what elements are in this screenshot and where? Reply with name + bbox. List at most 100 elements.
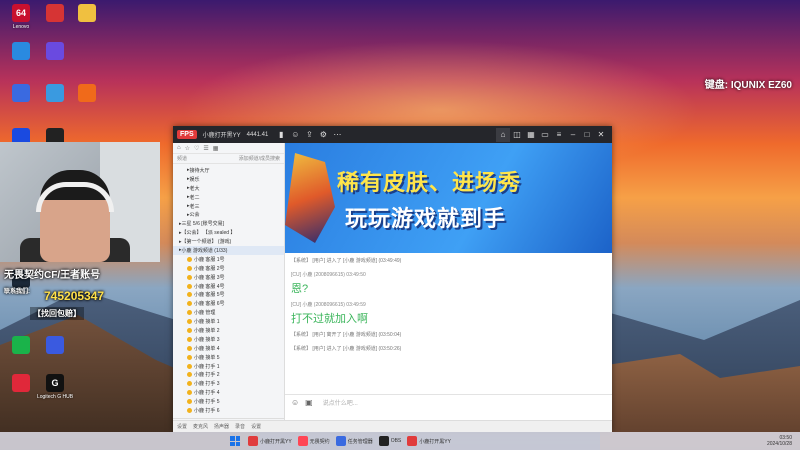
settings-icon[interactable]: ⚙ xyxy=(316,128,330,142)
user-avatar-icon xyxy=(187,354,192,360)
taskbar-app-label: 无畏契约 xyxy=(309,438,330,445)
channel-list-item[interactable]: 小鹿 打手 1 xyxy=(173,362,284,371)
channel-id: 4441.41 xyxy=(246,131,269,138)
user-avatar-icon xyxy=(187,345,192,351)
chat-message-text: 打不过就加入啊 xyxy=(291,313,368,325)
channel-list-item[interactable]: ▸ 三星 5/6 [账号交易] xyxy=(173,219,284,228)
star-icon[interactable]: ☆ xyxy=(185,145,190,152)
statusbar-item[interactable]: 录音 xyxy=(235,423,245,430)
channel-list-item[interactable]: 小鹿 接单 5 xyxy=(173,353,284,362)
channel-list-item[interactable]: ▸ 小鹿 游戏频道 (1/33) xyxy=(173,246,284,255)
desktop-icon[interactable] xyxy=(38,42,72,62)
channel-list-label: 小鹿 打手 4 xyxy=(194,390,220,397)
user-avatar-icon xyxy=(187,399,192,405)
channel-list-item[interactable]: 小鹿 打手 3 xyxy=(173,379,284,388)
chat-message: [CU] 小鹿 (2008096615) 03:49:50 恩? xyxy=(291,271,606,296)
promo-banner[interactable]: 稀有皮肤、进场秀 玩玩游戏就到手 xyxy=(285,143,612,253)
channel-list-item[interactable]: ▸ 老三 xyxy=(173,202,284,211)
desktop-icon[interactable] xyxy=(4,42,38,62)
channel-list-item[interactable]: 小鹿 客服 3号 xyxy=(173,273,284,282)
channel-list-label: 小鹿 打手 5 xyxy=(194,399,220,406)
yy-voice-app-window[interactable]: FPS 小鹿打开黑YY 4441.41 ▮ ☺ ⇪ ⚙ ⋯ ⌂ ◫ ▦ ▭ ≡ … xyxy=(173,126,612,432)
taskbar-app[interactable]: 无畏契约 xyxy=(297,436,330,446)
taskbar-app[interactable]: 任务管理器 xyxy=(335,436,373,446)
desktop-icon[interactable] xyxy=(4,84,38,104)
channel-list-item[interactable]: 小鹿 接单 2 xyxy=(173,326,284,335)
desktop-icon[interactable] xyxy=(38,336,72,356)
user-avatar-icon xyxy=(187,265,192,271)
channel-list-item[interactable]: 小鹿 管理 xyxy=(173,308,284,317)
desktop-icon[interactable] xyxy=(38,4,72,24)
channel-list-item[interactable]: ▸ 公会 xyxy=(173,210,284,219)
channel-list-item[interactable]: 小鹿 打手 4 xyxy=(173,388,284,397)
webcam-feed xyxy=(0,142,160,262)
signal-icon[interactable]: ▮ xyxy=(274,128,288,142)
sidebar-header: ⌂ ☆ ♡ ☰ ▦ xyxy=(173,143,284,154)
home-icon[interactable]: ⌂ xyxy=(496,127,510,142)
menu-icon[interactable]: ≡ xyxy=(552,128,566,142)
sidebar-search-row[interactable]: 频道 添加频道/成员搜索 xyxy=(173,154,284,164)
channel-list-item[interactable]: ▸ 【公会】 【派 sealed 】 xyxy=(173,228,284,237)
image-icon[interactable]: ▣ xyxy=(305,398,313,407)
maximize-icon[interactable]: □ xyxy=(580,128,594,142)
more-icon[interactable]: ⋯ xyxy=(330,128,344,142)
app-icon xyxy=(12,42,30,60)
channel-list-item[interactable]: ▸ 【第一个频道】 (游戏) xyxy=(173,237,284,246)
desktop-icon[interactable] xyxy=(4,374,38,394)
statusbar-item[interactable]: 麦克风 xyxy=(193,423,208,430)
channel-list-label: 小鹿 管理 xyxy=(194,310,216,317)
channel-list-item[interactable]: 小鹿 打手 6 xyxy=(173,406,284,415)
channel-list-item[interactable]: 小鹿 客服 6号 xyxy=(173,299,284,308)
desktop-icon[interactable] xyxy=(70,4,104,24)
desktop-icon[interactable] xyxy=(70,84,104,104)
user-icon[interactable]: ☺ xyxy=(288,128,302,142)
desktop-icon[interactable] xyxy=(38,84,72,104)
user-avatar-icon xyxy=(187,336,192,342)
app-titlebar[interactable]: FPS 小鹿打开黑YY 4441.41 ▮ ☺ ⇪ ⚙ ⋯ ⌂ ◫ ▦ ▭ ≡ … xyxy=(173,126,612,143)
channel-list-label: 公会 xyxy=(189,212,200,219)
app-icon xyxy=(46,4,64,22)
channel-list-item[interactable]: 小鹿 接单 4 xyxy=(173,344,284,353)
channel-list-item[interactable]: 小鹿 接单 3 xyxy=(173,335,284,344)
channel-list-item[interactable]: 小鹿 接单 1 xyxy=(173,317,284,326)
channel-list-item[interactable]: ▸ 接待大厅 xyxy=(173,166,284,175)
statusbar-item[interactable]: 设置 xyxy=(177,423,187,430)
close-icon[interactable]: ✕ xyxy=(594,128,608,142)
list-icon[interactable]: ☰ xyxy=(203,145,208,152)
windows-taskbar: 小鹿打开黑YY 无畏契约 任务管理器 OBS 小鹿打开黑YY 03:50 2024/10… xyxy=(0,432,800,450)
heart-icon[interactable]: ♡ xyxy=(194,145,199,152)
channel-list-item[interactable]: 小鹿 客服 4号 xyxy=(173,282,284,291)
channel-list-item[interactable]: ▸ 老大 xyxy=(173,184,284,193)
grid-icon[interactable]: ▦ xyxy=(524,128,538,142)
channel-list-label: 小鹿 打手 3 xyxy=(194,381,220,388)
sidebar-search[interactable]: 添加频道/成员搜索 xyxy=(239,155,280,162)
chat-input[interactable]: 说点什么吧... xyxy=(323,398,358,407)
game-icon[interactable]: ◫ xyxy=(510,128,524,142)
window-icon[interactable]: ▭ xyxy=(538,128,552,142)
minimize-icon[interactable]: – xyxy=(566,128,580,142)
channel-list-item[interactable]: 小鹿 打手 2 xyxy=(173,370,284,379)
desktop-icon[interactable]: 64 Lenovo xyxy=(4,4,38,30)
share-icon[interactable]: ⇪ xyxy=(302,128,316,142)
statusbar-item[interactable]: 扬声器 xyxy=(214,423,229,430)
taskbar-app[interactable]: OBS xyxy=(378,436,401,446)
channel-list-item[interactable]: 小鹿 客服 1号 xyxy=(173,255,284,264)
app-icon xyxy=(12,374,30,392)
grid-icon[interactable]: ▦ xyxy=(213,145,219,152)
channel-list-item[interactable]: ▸ 娱乐 xyxy=(173,175,284,184)
channel-list-item[interactable]: ▸ 老二 xyxy=(173,193,284,202)
windows-start-icon[interactable] xyxy=(230,436,240,446)
taskbar-app[interactable]: 小鹿打开黑YY xyxy=(407,436,451,446)
channel-list-label: 小鹿 接单 1 xyxy=(194,319,220,326)
app-title: 小鹿打开黑YY xyxy=(202,133,241,139)
channel-list-item[interactable]: 小鹿 打手 5 xyxy=(173,397,284,406)
taskbar-app[interactable]: 小鹿打开黑YY xyxy=(248,436,292,446)
desktop-icon[interactable]: G Logitech G HUB xyxy=(37,374,73,400)
desktop-icon[interactable] xyxy=(4,336,38,356)
system-tray[interactable]: 03:50 2024/10/28 xyxy=(767,435,792,447)
statusbar-item[interactable]: 设置 xyxy=(251,423,261,430)
channel-list-item[interactable]: 小鹿 客服 5号 xyxy=(173,290,284,299)
home-icon[interactable]: ⌂ xyxy=(177,145,181,151)
channel-list-item[interactable]: 小鹿 客服 2号 xyxy=(173,264,284,273)
emoji-icon[interactable]: ☺ xyxy=(291,398,299,407)
